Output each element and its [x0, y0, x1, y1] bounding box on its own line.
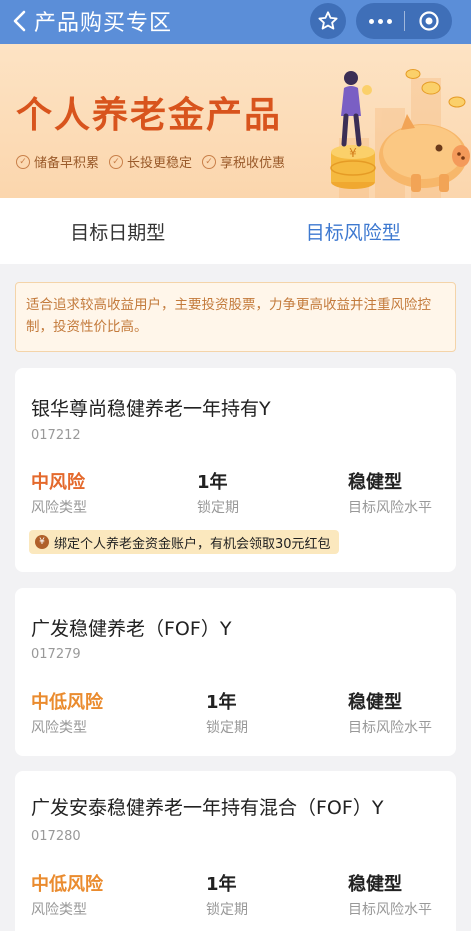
product-card[interactable]: 银华尊尚稳健养老一年持有Y 017212 中风险 风险类型 1年 锁定期 稳健型…: [15, 368, 456, 572]
product-card[interactable]: 广发安泰稳健养老一年持有混合（FOF）Y 017280 中低风险 风险类型 1年…: [15, 771, 456, 931]
target-risk-value: 稳健型: [348, 472, 402, 493]
target-risk-label: 目标风险水平: [348, 500, 432, 516]
lock-period-label: 锁定期: [197, 500, 239, 516]
risk-label: 风险类型: [31, 902, 87, 918]
target-risk-label: 目标风险水平: [348, 720, 432, 736]
risk-value: 中低风险: [31, 692, 103, 713]
product-code: 017279: [31, 647, 81, 662]
tab-target-risk[interactable]: 目标风险型: [236, 198, 471, 264]
target-risk-value: 稳健型: [348, 692, 402, 713]
star-icon: [318, 11, 338, 30]
promo-badge[interactable]: ¥ 绑定个人养老金资金账户，有机会领取30元红包: [29, 530, 339, 554]
piggy-bank-illustration: ¥: [330, 69, 470, 192]
banner-tag: ✓ 长投更稳定: [109, 152, 192, 171]
mini-program-capsule: [356, 3, 452, 39]
product-name: 广发安泰稳健养老一年持有混合（FOF）Y: [31, 797, 384, 819]
banner-tag: ✓ 储备早积累: [16, 152, 99, 171]
product-card[interactable]: 广发稳健养老（FOF）Y 017279 中低风险 风险类型 1年 锁定期 稳健型…: [15, 588, 456, 756]
banner-tags: ✓ 储备早积累 ✓ 长投更稳定 ✓ 享税收优惠: [16, 152, 285, 171]
promo-text: 绑定个人养老金资金账户，有机会领取30元红包: [54, 536, 331, 552]
red-packet-icon: ¥: [35, 535, 49, 549]
more-dots-icon[interactable]: [356, 3, 404, 39]
pension-banner[interactable]: 个人养老金产品 ✓ 储备早积累 ✓ 长投更稳定 ✓ 享税收优惠 ¥: [0, 44, 471, 198]
check-circle-icon: ✓: [202, 154, 217, 169]
lock-period-value: 1年: [206, 692, 237, 713]
nav-bar: 产品购买专区: [0, 0, 471, 44]
lock-period-value: 1年: [197, 472, 228, 493]
product-name: 银华尊尚稳健养老一年持有Y: [31, 398, 271, 420]
close-button[interactable]: [405, 3, 452, 39]
product-code: 017212: [31, 428, 81, 443]
lock-period-label: 锁定期: [206, 902, 248, 918]
risk-label: 风险类型: [31, 500, 87, 516]
product-name: 广发稳健养老（FOF）Y: [31, 618, 232, 640]
banner-tag: ✓ 享税收优惠: [202, 152, 285, 171]
tab-target-date[interactable]: 目标日期型: [0, 198, 236, 264]
target-close-icon: [418, 11, 439, 31]
lock-period-label: 锁定期: [206, 720, 248, 736]
banner-title: 个人养老金产品: [16, 95, 283, 136]
back-button[interactable]: 产品购买专区: [12, 6, 172, 36]
category-description: 适合追求较高收益用户，主要投资股票，力争更高收益并注重风险控制，投资性价比高。: [15, 282, 456, 352]
product-type-tabs: 目标日期型 目标风险型: [0, 198, 471, 264]
chevron-left-icon: [13, 10, 26, 32]
product-code: 017280: [31, 829, 81, 844]
risk-label: 风险类型: [31, 720, 87, 736]
target-risk-value: 稳健型: [348, 874, 402, 895]
favorite-button[interactable]: [310, 3, 346, 39]
risk-value: 中低风险: [31, 874, 103, 895]
check-circle-icon: ✓: [109, 154, 124, 169]
lock-period-value: 1年: [206, 874, 237, 895]
target-risk-label: 目标风险水平: [348, 902, 432, 918]
risk-value: 中风险: [31, 472, 85, 493]
svg-text:¥: ¥: [349, 146, 357, 160]
check-circle-icon: ✓: [16, 154, 30, 169]
page-title: 产品购买专区: [34, 11, 173, 36]
